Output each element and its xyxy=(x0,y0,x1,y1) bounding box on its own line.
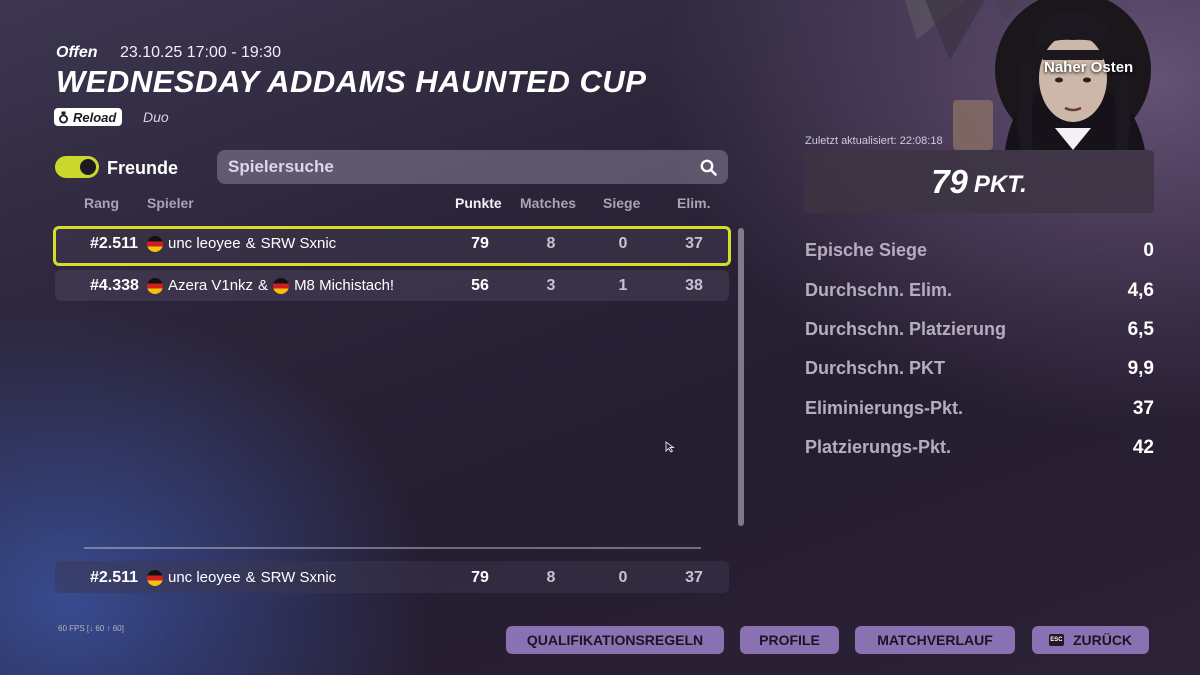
profile-button[interactable]: PROFILE xyxy=(740,626,839,654)
reload-icon xyxy=(58,111,69,124)
player-name: unc leoyee xyxy=(168,569,241,586)
row-rank: #2.511 xyxy=(90,569,139,586)
fps-counter: 60 FPS [↓ 60 ↑ 60] xyxy=(58,624,124,633)
esc-key-icon: ESC xyxy=(1048,634,1064,646)
col-header-points[interactable]: Punkte xyxy=(455,195,502,211)
stat-value-epic-wins: 0 xyxy=(1143,240,1154,261)
match-history-button[interactable]: MATCHVERLAUF xyxy=(855,626,1015,654)
back-button-label: ZURÜCK xyxy=(1072,632,1133,648)
row-wins: 1 xyxy=(618,277,628,294)
stat-value-placement-points: 42 xyxy=(1132,437,1154,458)
player-name: Azera V1nkz xyxy=(168,277,254,294)
player-name: SRW Sxnic xyxy=(260,569,337,586)
row-points: 79 xyxy=(471,569,489,586)
player-name: unc leoyee xyxy=(168,235,241,252)
divider xyxy=(84,547,701,549)
col-header-elims[interactable]: Elim. xyxy=(677,195,710,211)
player-separator: & xyxy=(245,569,256,586)
row-points: 79 xyxy=(471,235,489,252)
row-elims: 38 xyxy=(685,277,703,294)
stat-label-epic-wins: Epische Siege xyxy=(805,240,928,260)
player-separator: & xyxy=(258,277,269,294)
player-separator: & xyxy=(245,235,256,252)
row-elims: 37 xyxy=(685,569,703,586)
search-icon[interactable] xyxy=(688,159,728,176)
friends-toggle-label[interactable]: Freunde xyxy=(107,158,178,179)
row-matches: 8 xyxy=(546,569,556,586)
event-status: Offen xyxy=(56,44,98,61)
toggle-knob xyxy=(80,159,96,175)
stat-value-avg-elims: 4,6 xyxy=(1127,280,1154,301)
stat-label-avg-elims: Durchschn. Elim. xyxy=(805,280,953,300)
row-rank: #2.511 xyxy=(90,235,139,252)
row-elims: 37 xyxy=(685,235,703,252)
total-points-value: 79 xyxy=(931,162,968,200)
row-rank: #4.338 xyxy=(90,277,139,294)
player-name: SRW Sxnic xyxy=(260,235,337,252)
row-players: unc leoyee & SRW Sxnic xyxy=(147,235,336,252)
row-players: unc leoyee & SRW Sxnic xyxy=(147,569,336,586)
last-updated: Zuletzt aktualisiert: 22:08:18 xyxy=(805,135,943,147)
page-title: WEDNESDAY ADDAMS HAUNTED CUP xyxy=(56,64,647,99)
flag-de-icon xyxy=(273,277,290,294)
row-wins: 0 xyxy=(618,235,628,252)
row-players: Azera V1nkz & M8 Michistach! xyxy=(147,277,394,294)
row-matches: 8 xyxy=(546,235,556,252)
stat-label-placement-points: Platzierungs-Pkt. xyxy=(805,437,952,457)
stat-value-elim-points: 37 xyxy=(1132,398,1154,419)
flag-de-icon xyxy=(147,277,163,294)
player-search[interactable] xyxy=(217,150,728,184)
row-matches: 3 xyxy=(546,277,556,294)
scrollbar[interactable] xyxy=(738,228,744,526)
row-points: 56 xyxy=(471,277,489,294)
team-mode: Duo xyxy=(143,109,169,125)
flag-de-icon xyxy=(147,235,163,252)
stat-value-avg-placement: 6,5 xyxy=(1127,319,1154,340)
col-header-matches[interactable]: Matches xyxy=(520,195,576,211)
col-header-rank: Rang xyxy=(84,195,119,211)
flag-de-icon xyxy=(147,569,163,586)
stat-value-avg-points: 9,9 xyxy=(1127,358,1154,379)
col-header-wins[interactable]: Siege xyxy=(603,195,640,211)
qualification-rules-button[interactable]: QUALIFIKATIONSREGELN xyxy=(506,626,724,654)
row-wins: 0 xyxy=(618,569,628,586)
stat-label-avg-points: Durchschn. PKT xyxy=(805,358,946,378)
col-header-player: Spieler xyxy=(147,195,194,211)
total-points-unit: PKT. xyxy=(973,170,1027,198)
search-input[interactable] xyxy=(217,156,688,178)
back-button[interactable]: ESC ZURÜCK xyxy=(1032,626,1149,654)
friends-toggle[interactable] xyxy=(55,156,99,178)
mode-label: Reload xyxy=(73,109,117,125)
mode-badge: Reload xyxy=(54,108,123,126)
stat-label-elim-points: Eliminierungs-Pkt. xyxy=(805,398,964,418)
total-points: 79 PKT. xyxy=(804,150,1154,213)
stat-label-avg-placement: Durchschn. Platzierung xyxy=(805,319,1007,339)
player-name: M8 Michistach! xyxy=(294,277,395,294)
cursor-icon xyxy=(665,440,675,458)
region-label: Naher Osten xyxy=(1044,59,1134,76)
event-datetime: 23.10.25 17:00 - 19:30 xyxy=(120,44,282,61)
